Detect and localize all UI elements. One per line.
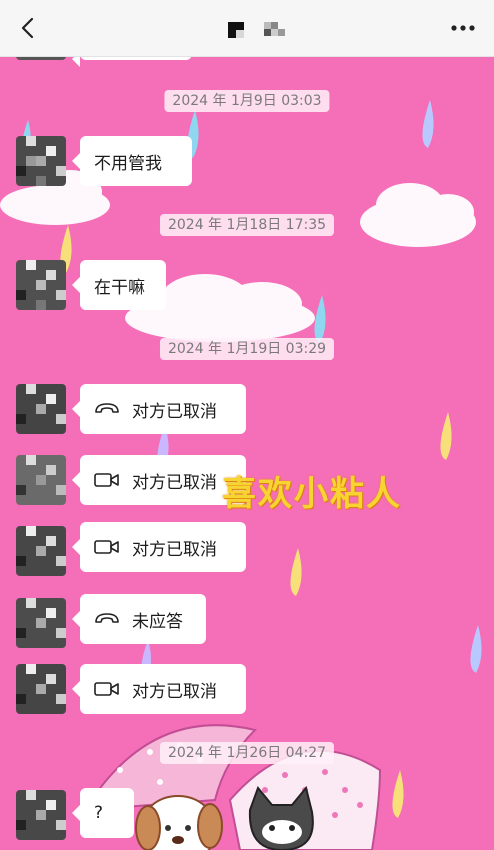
- call-status-text: 对方已取消: [132, 401, 217, 422]
- call-status-text: 对方已取消: [132, 539, 217, 560]
- timestamp: 2024 年 1月26日 04:27: [159, 742, 335, 764]
- contact-avatar[interactable]: [16, 664, 66, 714]
- message-text: 不用管我: [94, 153, 162, 174]
- call-record-bubble[interactable]: 对方已取消: [72, 384, 246, 434]
- contact-avatar[interactable]: [16, 455, 66, 505]
- message-text: ?: [94, 803, 104, 823]
- video-call-icon: [94, 540, 119, 554]
- chat-wallpaper: [0, 0, 494, 850]
- chat-header: [0, 0, 494, 57]
- message-bubble[interactable]: 不用管我: [72, 136, 192, 186]
- contact-avatar[interactable]: [16, 384, 66, 434]
- contact-avatar[interactable]: [16, 598, 66, 648]
- call-status-text: 对方已取消: [132, 681, 217, 702]
- call-record-bubble[interactable]: 未应答: [72, 594, 206, 644]
- call-status-text: 未应答: [132, 611, 183, 632]
- call-status-text: 对方已取消: [132, 472, 217, 493]
- timestamp: 2024 年 1月18日 17:35: [159, 214, 335, 236]
- phone-icon: [95, 613, 119, 623]
- timestamp: 2024 年 1月19日 03:29: [159, 338, 335, 360]
- message-bubble[interactable]: ?: [72, 788, 134, 838]
- chevron-left-icon[interactable]: [16, 14, 40, 42]
- contact-name-mosaic: [228, 22, 285, 38]
- contact-avatar[interactable]: [16, 526, 66, 576]
- contact-avatar[interactable]: [16, 260, 66, 310]
- message-bubble[interactable]: 在干嘛: [72, 260, 166, 310]
- call-record-bubble[interactable]: 对方已取消: [72, 522, 246, 572]
- timestamp: 2024 年 1月9日 03:03: [164, 90, 330, 112]
- overlay-caption: 喜欢小粘人: [222, 474, 402, 514]
- call-record-bubble[interactable]: 对方已取消: [72, 664, 246, 714]
- more-dots-icon[interactable]: [448, 14, 478, 42]
- video-call-icon: [94, 473, 119, 487]
- message-text: 在干嘛: [94, 277, 145, 298]
- phone-icon: [95, 403, 119, 413]
- contact-avatar[interactable]: [16, 790, 66, 840]
- contact-avatar[interactable]: [16, 136, 66, 186]
- video-call-icon: [94, 682, 119, 696]
